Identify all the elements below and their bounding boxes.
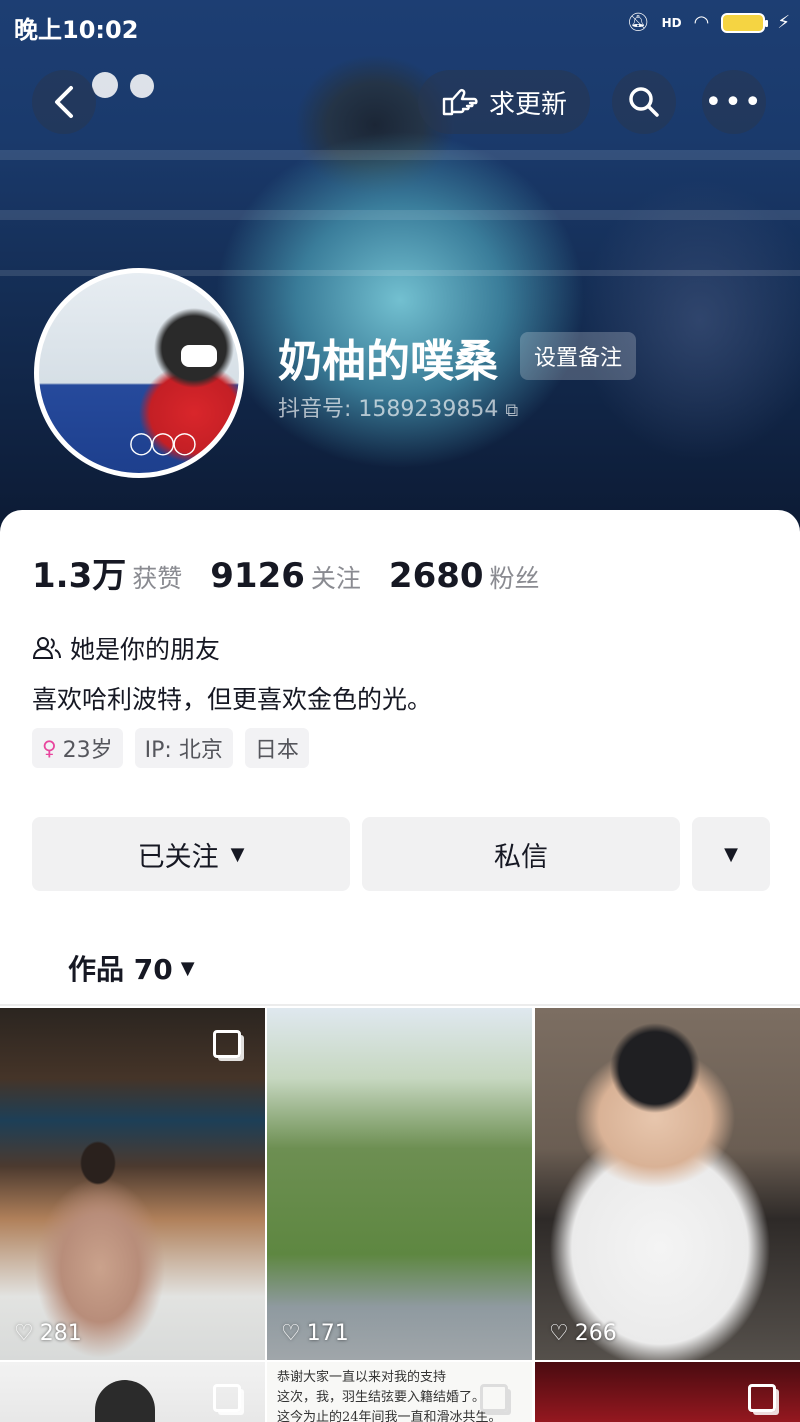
friend-text: 她是你的朋友 <box>70 635 221 664</box>
following-label: 已关注 <box>137 841 219 873</box>
like-count: ♡ 266 <box>549 1321 617 1346</box>
stats-row: 1.3万 获赞 9126 关注 2680 粉丝 <box>32 548 540 597</box>
charging-icon: ⚡ <box>777 12 790 33</box>
chevron-left-icon <box>55 86 73 118</box>
battery-icon <box>721 12 769 33</box>
gallery-icon <box>480 1384 508 1412</box>
stat-following[interactable]: 9126 关注 <box>210 556 361 596</box>
message-button[interactable]: 私信 <box>362 817 680 891</box>
stat-value: 1.3万 <box>32 556 127 596</box>
like-count: ♡ 171 <box>281 1321 349 1346</box>
more-dots-icon: ••• <box>704 84 764 120</box>
following-button[interactable]: 已关注 ▼ <box>32 817 350 891</box>
tag-location: 日本 <box>244 728 309 768</box>
video-thumbnail[interactable]: ♡ 171 <box>267 1008 532 1360</box>
copy-icon[interactable]: ⧉ <box>505 400 518 421</box>
heart-icon: ♡ <box>549 1321 569 1346</box>
caret-down-icon: ▼ <box>724 843 738 865</box>
douyin-id-text: 抖音号: 1589239854 <box>278 397 499 422</box>
mute-bell-icon: 🔕︎ <box>626 12 650 33</box>
like-count-value: 171 <box>306 1321 349 1346</box>
friend-relation: 她是你的朋友 <box>32 630 220 666</box>
avatar-detail <box>181 345 217 367</box>
message-label: 私信 <box>494 841 548 873</box>
nickname: 奶柚的噗桑 <box>278 336 498 387</box>
heart-icon: ♡ <box>14 1321 34 1346</box>
wifi-icon: ◠ <box>693 12 710 33</box>
tag-ip: IP: 北京 <box>134 728 233 768</box>
tag-text: IP: 北京 <box>144 738 223 763</box>
status-time: 晚上10:02 <box>14 16 139 44</box>
back-button[interactable] <box>32 70 96 134</box>
tag-text: 23岁 <box>62 738 113 763</box>
search-button[interactable] <box>612 70 676 134</box>
friends-icon <box>32 637 61 659</box>
action-buttons: 已关注 ▼ 私信 ▼ <box>32 817 770 891</box>
more-actions-button[interactable]: ▼ <box>692 817 770 891</box>
caret-down-icon: ▼ <box>180 957 195 979</box>
request-update-label: 求更新 <box>488 89 567 120</box>
pointing-hand-icon <box>442 89 478 116</box>
search-icon <box>629 87 659 117</box>
like-count: ♡ 281 <box>14 1321 82 1346</box>
video-thumbnail[interactable] <box>535 1362 800 1422</box>
stat-label: 关注 <box>310 564 361 593</box>
gallery-icon <box>213 1384 241 1412</box>
thumbnail-figure <box>95 1380 155 1422</box>
set-remark-button[interactable]: 设置备注 <box>520 332 637 380</box>
stat-label: 粉丝 <box>489 564 540 593</box>
more-button[interactable]: ••• <box>702 70 766 134</box>
profile-screen: { "status_bar": {"time": "晚上10:02", "sig… <box>0 0 800 1422</box>
caret-down-icon: ▼ <box>230 843 245 865</box>
stat-value: 2680 <box>388 556 484 596</box>
video-thumbnail[interactable]: 恭谢大家一直以来对我的支持 这次，我，羽生结弦要入籍结婚了。 这今为止的24年间… <box>267 1362 532 1422</box>
like-count-value: 281 <box>39 1321 82 1346</box>
status-bar: 晚上10:02 🔕︎ HD ◠ ⚡ <box>0 0 800 50</box>
stat-likes[interactable]: 1.3万 获赞 <box>32 548 182 597</box>
heart-icon: ♡ <box>281 1321 301 1346</box>
signal-icon: HD <box>661 15 682 30</box>
olympic-rings-icon: ◯◯◯ <box>129 431 197 456</box>
avatar[interactable]: ◯◯◯ <box>34 268 244 478</box>
divider <box>0 1004 800 1006</box>
works-label: 作品 70 <box>68 953 173 986</box>
stat-value: 9126 <box>210 556 305 596</box>
gallery-icon <box>213 1030 241 1058</box>
gallery-icon <box>748 1384 776 1412</box>
video-thumbnail[interactable] <box>0 1362 265 1422</box>
like-count-value: 266 <box>574 1321 617 1346</box>
stat-label: 获赞 <box>132 564 183 593</box>
video-thumbnail[interactable]: ♡ 281 <box>0 1008 265 1360</box>
tag-age: ♀ 23岁 <box>32 728 123 768</box>
works-tab[interactable]: 作品 70 ▼ <box>68 948 195 988</box>
stat-followers[interactable]: 2680 粉丝 <box>389 556 540 596</box>
status-icons: 🔕︎ HD ◠ ⚡ <box>627 12 790 33</box>
douyin-id[interactable]: 抖音号: 1589239854 ⧉ <box>278 391 518 423</box>
tags-row: ♀ 23岁 IP: 北京 日本 <box>32 728 309 768</box>
tag-text: 日本 <box>254 738 299 763</box>
request-update-button[interactable]: 求更新 <box>418 70 590 134</box>
video-thumbnail[interactable]: ♡ 266 <box>535 1008 800 1360</box>
bio: 喜欢哈利波特，但更喜欢金色的光。 <box>32 685 433 714</box>
female-icon: ♀ <box>42 736 57 760</box>
